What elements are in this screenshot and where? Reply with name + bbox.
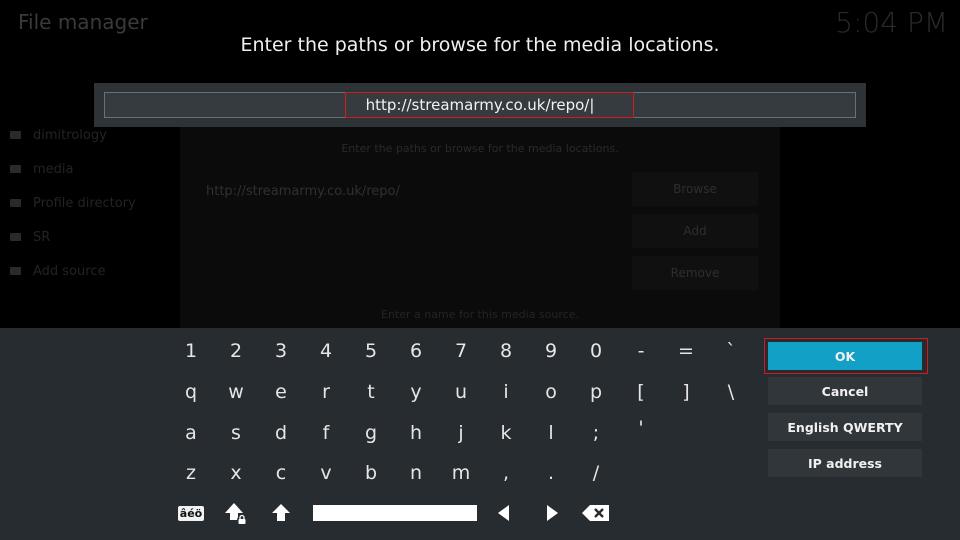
- key-i[interactable]: i: [486, 374, 526, 410]
- key-t[interactable]: t: [351, 374, 391, 410]
- key-right-bracket[interactable]: ]: [666, 374, 706, 410]
- path-input[interactable]: http://streamarmy.co.uk/repo/|: [104, 92, 856, 118]
- key-a[interactable]: a: [171, 415, 211, 451]
- key-f[interactable]: f: [306, 415, 346, 451]
- symbols-key[interactable]: âéö: [171, 495, 211, 531]
- key-6[interactable]: 6: [396, 333, 436, 369]
- dialog-path: http://streamarmy.co.uk/repo/: [206, 184, 400, 199]
- cursor-right-key[interactable]: [532, 495, 572, 531]
- key-y[interactable]: y: [396, 374, 436, 410]
- key-left-bracket[interactable]: [: [621, 374, 661, 410]
- key-e[interactable]: e: [261, 374, 301, 410]
- key-h[interactable]: h: [396, 415, 436, 451]
- key-v[interactable]: v: [306, 455, 346, 491]
- input-bar: http://streamarmy.co.uk/repo/|: [94, 83, 866, 127]
- on-screen-keyboard: 1 2 3 4 5 6 7 8 9 0 - = ` q w e r t y u …: [0, 328, 960, 540]
- name-hint: Enter a name for this media source.: [381, 308, 579, 321]
- ip-address-button[interactable]: IP address: [768, 449, 922, 477]
- key-p[interactable]: p: [576, 374, 616, 410]
- caps-lock-key[interactable]: [216, 495, 256, 531]
- key-g[interactable]: g: [351, 415, 391, 451]
- keyboard-prompt: Enter the paths or browse for the media …: [240, 34, 720, 56]
- sidebar-item: SR: [10, 220, 180, 254]
- key-b[interactable]: b: [351, 455, 391, 491]
- key-q[interactable]: q: [171, 374, 211, 410]
- key-7[interactable]: 7: [441, 333, 481, 369]
- cursor-left-key[interactable]: [484, 495, 524, 531]
- keyboard-layout-button[interactable]: English QWERTY: [768, 413, 922, 441]
- folder-icon: [10, 199, 21, 207]
- key-semicolon[interactable]: ;: [576, 415, 616, 451]
- remove-button: Remove: [632, 256, 758, 290]
- shift-key[interactable]: [261, 495, 301, 531]
- key-l[interactable]: l: [531, 415, 571, 451]
- dialog-hint: Enter the paths or browse for the media …: [341, 142, 619, 155]
- key-9[interactable]: 9: [531, 333, 571, 369]
- key-u[interactable]: u: [441, 374, 481, 410]
- key-o[interactable]: o: [531, 374, 571, 410]
- sidebar-item: Profile directory: [10, 186, 180, 220]
- sidebar-item: Add source: [10, 254, 180, 288]
- cancel-button[interactable]: Cancel: [768, 377, 922, 405]
- key-d[interactable]: d: [261, 415, 301, 451]
- key-2[interactable]: 2: [216, 333, 256, 369]
- key-comma[interactable]: ,: [486, 455, 526, 491]
- shift-icon: [272, 504, 290, 521]
- key-apostrophe[interactable]: ': [621, 410, 661, 446]
- key-c[interactable]: c: [261, 455, 301, 491]
- key-z[interactable]: z: [171, 455, 211, 491]
- browse-button: Browse: [632, 172, 758, 206]
- key-period[interactable]: .: [531, 455, 571, 491]
- backspace-icon: [582, 505, 609, 521]
- folder-icon: [10, 267, 21, 275]
- key-1[interactable]: 1: [171, 333, 211, 369]
- key-slash[interactable]: /: [576, 455, 616, 491]
- key-4[interactable]: 4: [306, 333, 346, 369]
- sources-sidebar: dimitrology media Profile directory SR A…: [10, 118, 180, 288]
- key-0[interactable]: 0: [576, 333, 616, 369]
- folder-icon: [10, 233, 21, 241]
- arrow-left-icon: [498, 505, 509, 521]
- key-m[interactable]: m: [441, 455, 481, 491]
- backspace-key[interactable]: [576, 495, 616, 531]
- arrow-right-icon: [547, 505, 558, 521]
- key-8[interactable]: 8: [486, 333, 526, 369]
- key-n[interactable]: n: [396, 455, 436, 491]
- symbols-label: âéö: [177, 505, 205, 521]
- key-s[interactable]: s: [216, 415, 256, 451]
- sidebar-item: media: [10, 152, 180, 186]
- key-k[interactable]: k: [486, 415, 526, 451]
- input-highlight-frame: [345, 92, 634, 118]
- window-title: File manager: [18, 10, 148, 34]
- key-3[interactable]: 3: [261, 333, 301, 369]
- add-button: Add: [632, 214, 758, 248]
- key-backtick[interactable]: `: [711, 333, 751, 369]
- key-r[interactable]: r: [306, 374, 346, 410]
- key-minus[interactable]: -: [621, 333, 661, 369]
- key-x[interactable]: x: [216, 455, 256, 491]
- folder-icon: [10, 131, 21, 139]
- key-w[interactable]: w: [216, 374, 256, 410]
- key-equals[interactable]: =: [666, 333, 706, 369]
- key-backslash[interactable]: \: [711, 374, 751, 410]
- add-source-dialog: Enter the paths or browse for the media …: [180, 126, 780, 340]
- key-j[interactable]: j: [441, 415, 481, 451]
- folder-icon: [10, 165, 21, 173]
- ok-button[interactable]: OK: [768, 342, 922, 370]
- key-5[interactable]: 5: [351, 333, 391, 369]
- space-bar[interactable]: [313, 505, 477, 521]
- caps-lock-icon: [225, 503, 247, 525]
